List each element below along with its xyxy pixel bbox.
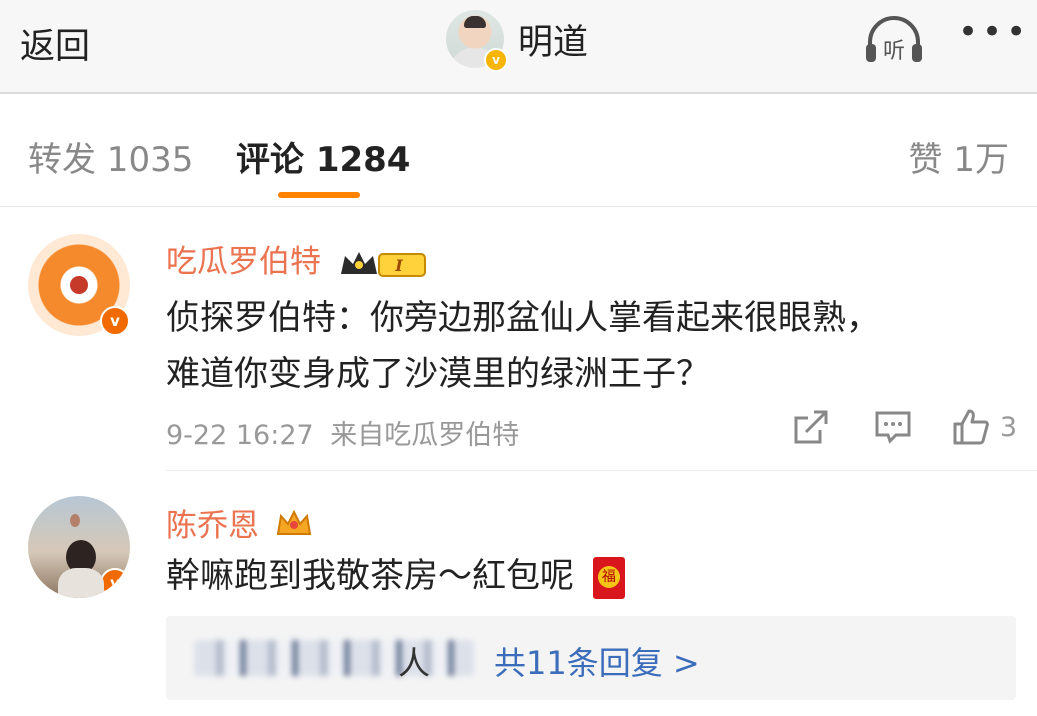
reply-button[interactable] [874, 408, 912, 446]
share-button[interactable] [792, 408, 830, 446]
level-text: I [394, 256, 403, 275]
comment-item: v 吃瓜罗伯特 I 侦探罗伯特：你旁边那盆仙人掌看起来很眼熟， 难道你变身成了沙… [0, 208, 1037, 470]
crown-badge [275, 508, 313, 548]
verified-badge-icon: v [100, 306, 130, 336]
thumbs-up-icon [953, 409, 989, 445]
top-navigation-bar: 返回 v 明道 听 ••• [0, 0, 1037, 94]
tab-like[interactable]: 赞 1万 [909, 132, 1009, 181]
balloon-decoration [70, 514, 80, 527]
back-button[interactable]: 返回 [20, 18, 90, 69]
comment-username[interactable]: 吃瓜罗伯特 I [166, 236, 429, 281]
like-button[interactable] [952, 408, 990, 446]
comment-actions: 3 [748, 408, 1017, 446]
author-name[interactable]: 明道 [518, 14, 588, 65]
comment-meta: 9-22 16:27 来自吃瓜罗伯特 [166, 413, 519, 452]
red-envelope-emoji: 福 [592, 556, 625, 599]
listen-button[interactable]: 听 [864, 14, 924, 68]
comment-avatar[interactable]: v [28, 234, 130, 336]
comment-username[interactable]: 陈乔恩 [166, 500, 313, 548]
reply-summary-box[interactable]: 人 共11条回复 > [166, 616, 1016, 700]
share-icon [794, 410, 828, 444]
tab-repost[interactable]: 转发 1035 [28, 132, 193, 181]
active-tab-indicator [278, 192, 360, 198]
crown-icon [276, 509, 312, 535]
listen-label: 听 [883, 39, 905, 64]
author-avatar[interactable]: v [446, 10, 508, 72]
blurred-replier-names [194, 640, 474, 676]
crown-level-icon: I [340, 251, 426, 277]
comment-username-text[interactable]: 陈乔恩 [166, 508, 259, 544]
comment-text-content: 幹嘛跑到我敬茶房～紅包呢 [166, 556, 574, 596]
like-count: 3 [999, 411, 1017, 443]
comment-username-text[interactable]: 吃瓜罗伯特 [166, 244, 321, 280]
comment-text-line2: 难道你变身成了沙漠里的绿洲王子？ [166, 354, 710, 394]
tab-bar: 转发 1035 评论 1284 赞 1万 [0, 94, 1037, 207]
verified-badge-icon: v [484, 48, 508, 72]
view-replies-link[interactable]: 共11条回复 > [494, 638, 700, 684]
more-dots-icon[interactable]: ••• [958, 12, 1030, 52]
comment-divider [166, 470, 1037, 471]
author-info[interactable]: v 明道 [446, 8, 588, 72]
comment-icon [875, 411, 911, 444]
comment-time: 9-22 16:27 [166, 420, 314, 451]
member-level-badge: I [339, 248, 429, 280]
headphones-icon: 听 [866, 16, 922, 64]
comment-text-line1: 侦探罗伯特：你旁边那盆仙人掌看起来很眼熟， [166, 298, 880, 338]
comment-avatar[interactable]: v [28, 496, 130, 598]
comment-text: 幹嘛跑到我敬茶房～紅包呢 福 [166, 548, 625, 604]
comment-source: 来自吃瓜罗伯特 [330, 420, 520, 451]
red-envelope-emoji-label: 福 [597, 565, 620, 588]
tab-comment[interactable]: 评论 1284 [236, 132, 410, 181]
verified-badge-icon: v [100, 568, 130, 598]
reply-who: 人 [398, 644, 431, 682]
